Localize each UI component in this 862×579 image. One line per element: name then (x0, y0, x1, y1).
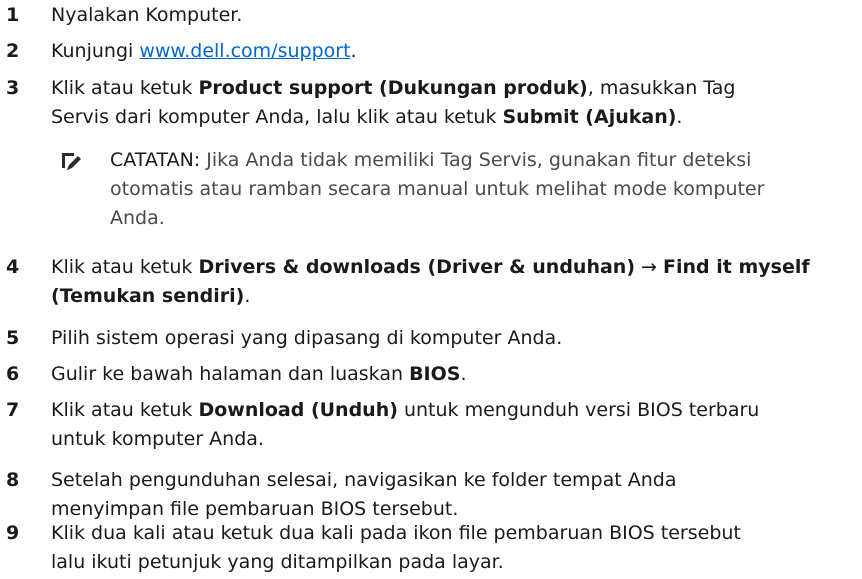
step-number: 7 (6, 399, 20, 421)
step-text-segment: Servis dari komputer Anda, lalu klik ata… (51, 106, 503, 128)
ui-term-bios: BIOS (409, 363, 461, 385)
step-number: 2 (6, 40, 20, 62)
step-text-segment: Pilih sistem operasi yang dipasang di ko… (51, 327, 563, 349)
step-text: Pilih sistem operasi yang dipasang di ko… (51, 324, 851, 353)
step-text-segment: . (676, 106, 683, 128)
step-number: 1 (6, 4, 20, 26)
step-text: Klik atau ketuk Drivers & downloads (Dri… (51, 253, 851, 311)
step-text-segment: Nyalakan Komputer. (51, 4, 243, 26)
step-text: Klik atau ketuk Download (Unduh) untuk m… (51, 396, 851, 454)
step-text-segment: , masukkan Tag (587, 77, 736, 99)
step-text-segment: Kunjungi (51, 40, 140, 62)
step-text: Setelah pengunduhan selesai, navigasikan… (51, 466, 851, 524)
step-text-segment: Gulir ke bawah halaman dan luaskan (51, 363, 410, 385)
step-text-segment: . (460, 363, 467, 385)
step-text-segment: Klik atau ketuk (51, 256, 199, 278)
step-number: 4 (6, 256, 20, 278)
ui-term-submit: Submit (Ajukan) (502, 106, 677, 128)
step-number: 3 (6, 77, 20, 99)
ui-term-drivers-downloads: Drivers & downloads (Driver & unduhan) (198, 256, 636, 278)
note-text: CATATAN: Jika Anda tidak memiliki Tag Se… (110, 146, 855, 233)
dell-support-link[interactable]: www.dell.com/support (139, 40, 350, 62)
step-text: Kunjungi www.dell.com/support. (51, 37, 851, 66)
note-line: Anda. (110, 207, 165, 229)
step-text-segment: untuk komputer Anda. (51, 428, 264, 450)
instructions-page: 1 Nyalakan Komputer. 2 Kunjungi www.dell… (0, 0, 862, 579)
note-label: CATATAN: (110, 149, 201, 171)
ui-term-download: Download (Unduh) (198, 399, 398, 421)
step-text: Nyalakan Komputer. (51, 1, 851, 30)
step-text-segment: Setelah pengunduhan selesai, navigasikan… (51, 469, 677, 491)
note-line: otomatis atau ramban secara manual untuk… (110, 178, 765, 200)
step-number: 6 (6, 363, 20, 385)
ui-term-find-it-myself-translation: (Temukan sendiri) (51, 285, 245, 307)
ui-term-find-it-myself: Find it myself (663, 256, 810, 278)
step-number: 5 (6, 327, 20, 349)
step-text-segment: lalu ikuti petunjuk yang ditampilkan pad… (51, 551, 504, 573)
step-text-segment: Klik atau ketuk (51, 77, 199, 99)
pencil-note-icon (61, 152, 83, 174)
step-number: 9 (6, 522, 20, 544)
step-number: 8 (6, 469, 20, 491)
arrow-separator: → (635, 256, 664, 278)
note-line: Jika Anda tidak memiliki Tag Servis, gun… (200, 149, 752, 171)
step-text-segment: untuk mengunduh versi BIOS terbaru (397, 399, 760, 421)
step-text: Gulir ke bawah halaman dan luaskan BIOS. (51, 360, 851, 389)
ui-term-product-support: Product support (Dukungan produk) (198, 77, 588, 99)
step-text-segment: . (244, 285, 251, 307)
step-text-segment: menyimpan file pembaruan BIOS tersebut. (51, 498, 459, 520)
step-text: Klik dua kali atau ketuk dua kali pada i… (51, 519, 851, 577)
step-text-segment: . (350, 40, 357, 62)
step-text: Klik atau ketuk Product support (Dukunga… (51, 74, 851, 132)
step-text-segment: Klik dua kali atau ketuk dua kali pada i… (51, 522, 741, 544)
step-text-segment: Klik atau ketuk (51, 399, 199, 421)
